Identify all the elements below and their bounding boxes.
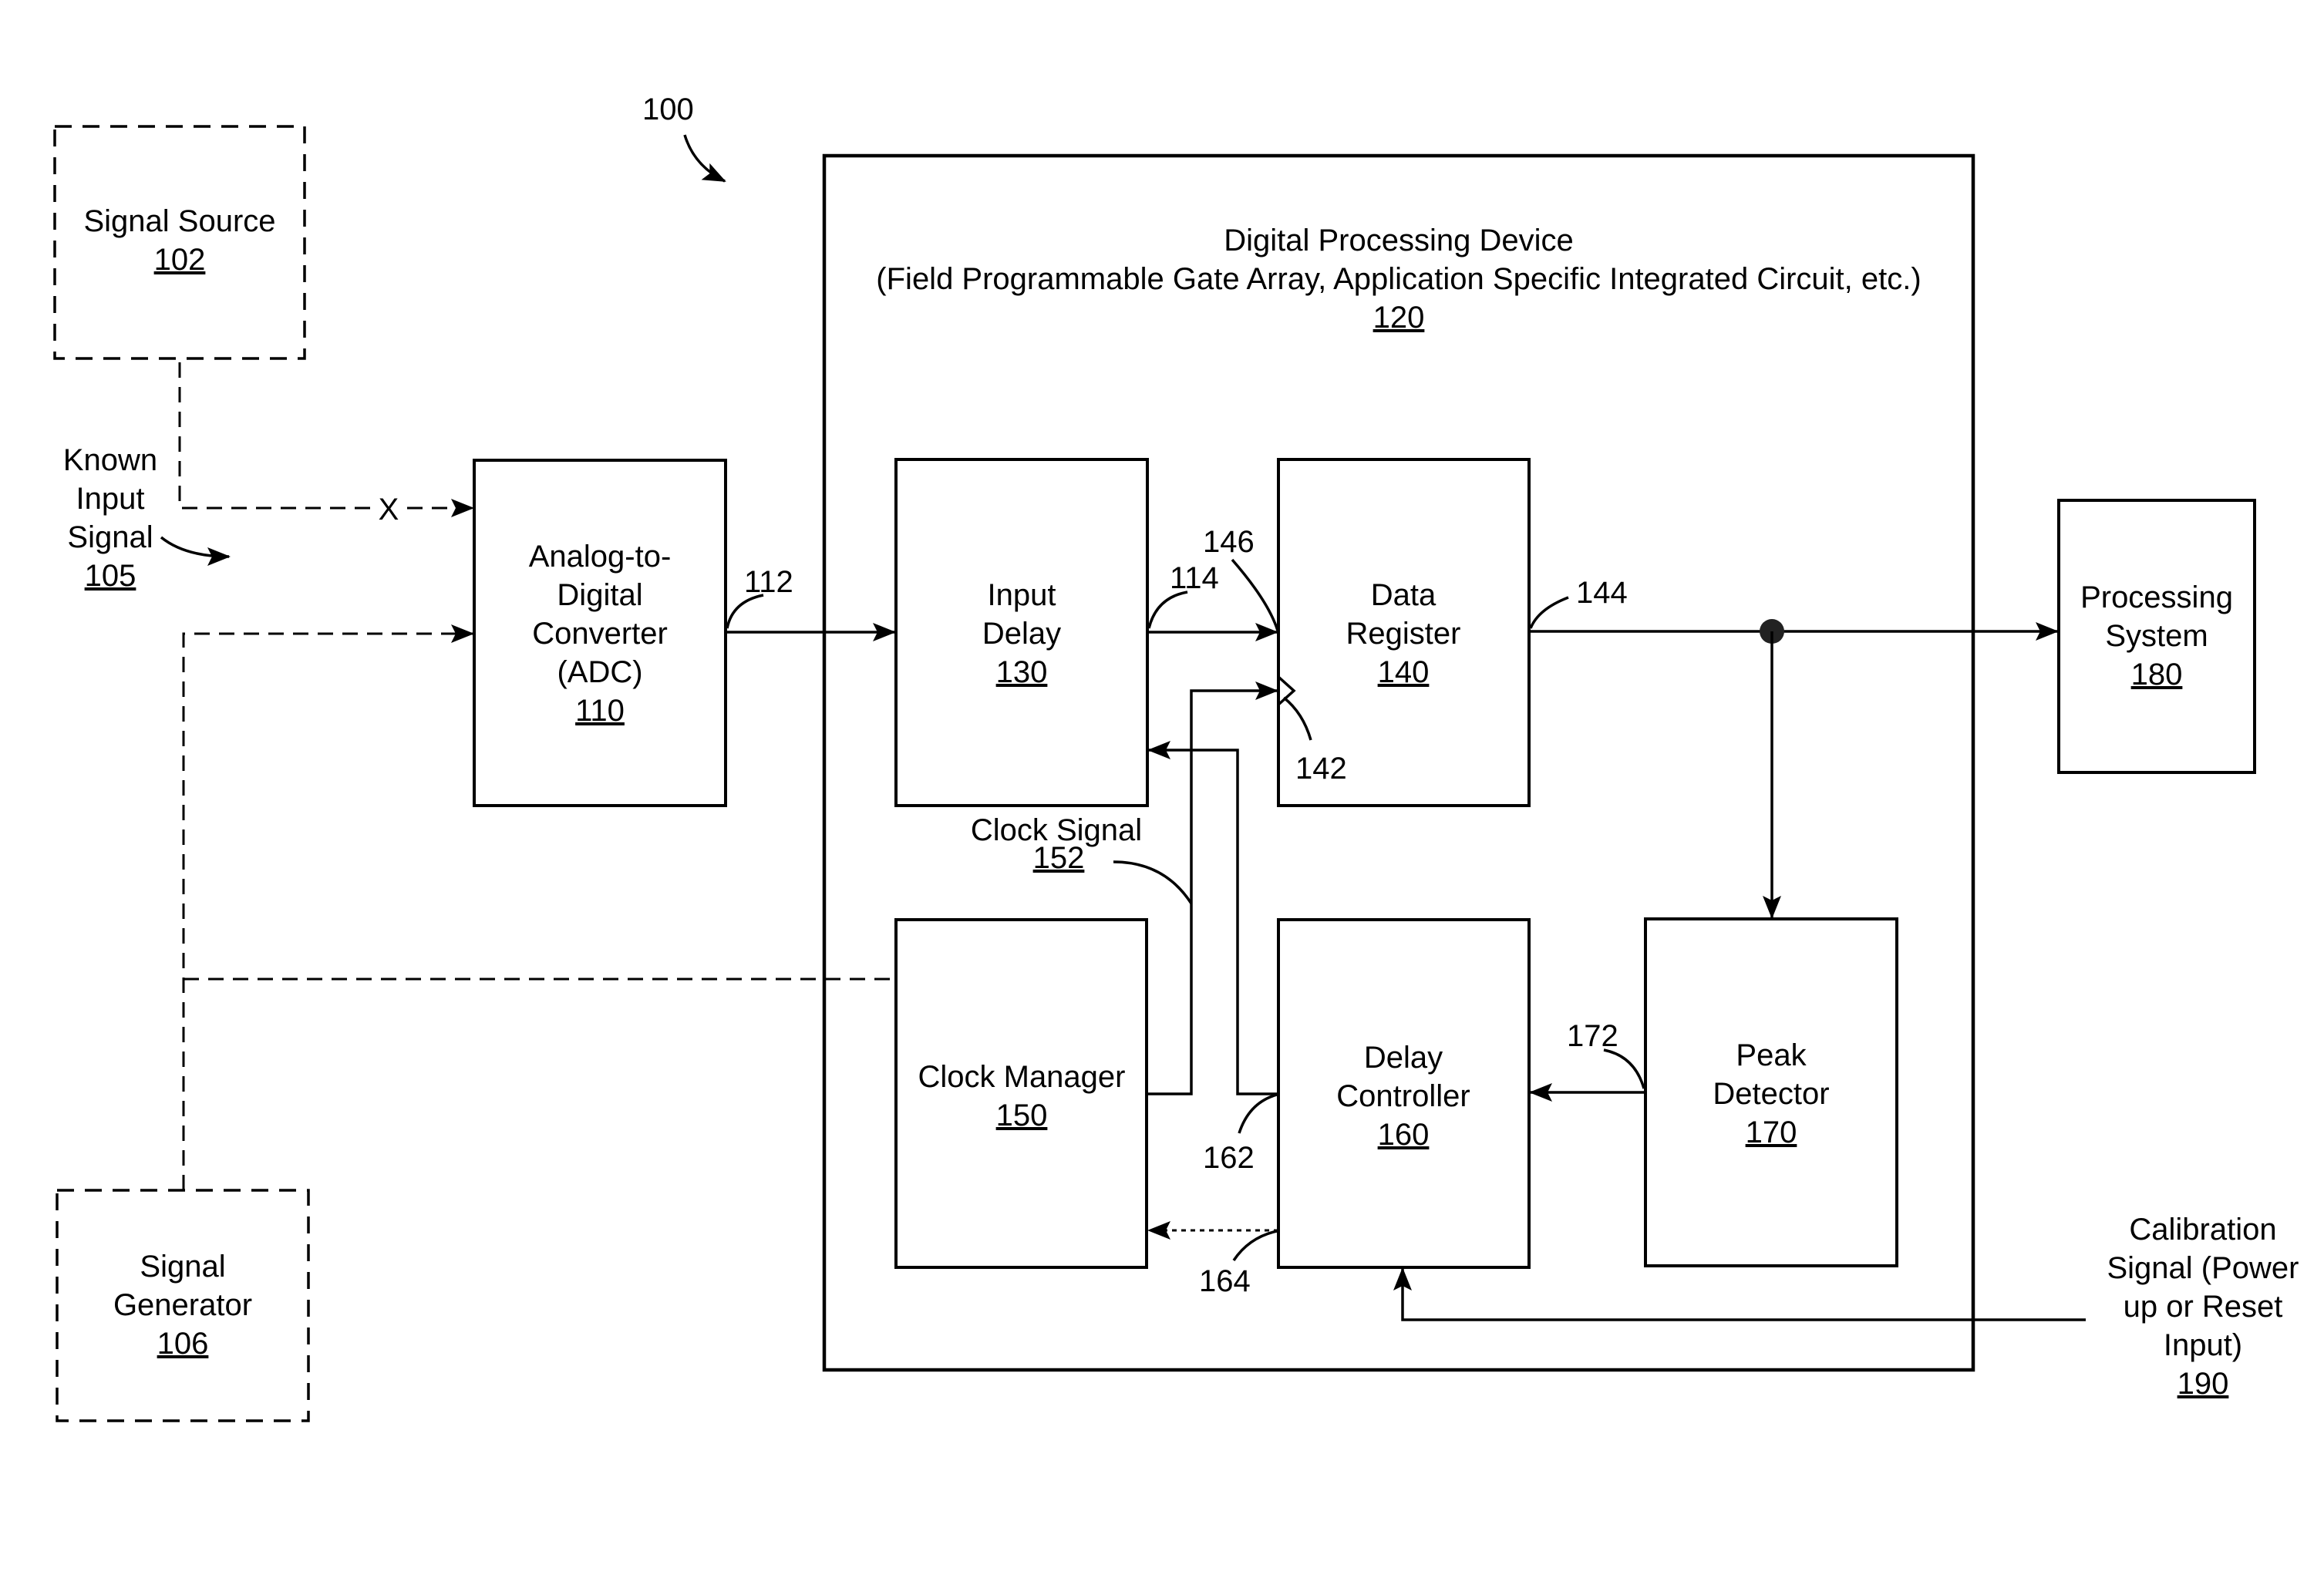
delay-controller-line-1: Delay: [1364, 1041, 1443, 1075]
calibration-ref: 190: [2177, 1367, 2229, 1401]
adc-line-2: Digital: [557, 578, 642, 612]
signal-generator-to-adc-arrow: [182, 624, 474, 1190]
calibration-signal-label: Calibration Signal (Power up or Reset In…: [2107, 1213, 2299, 1401]
callout-164: 164: [1199, 1264, 1251, 1298]
callout-114-leader: [1147, 591, 1188, 629]
calibration-line-4: Input): [2164, 1328, 2242, 1362]
disconnect-x-icon: X: [379, 493, 399, 527]
callout-144: 144: [1576, 576, 1628, 610]
clock-manager-block[interactable]: Clock Manager 150: [894, 918, 1148, 1269]
input-delay-line-2: Delay: [982, 617, 1061, 651]
calibration-signal-arrow: [1393, 1267, 2086, 1321]
delay-controller-to-input-delay-arrow: [1147, 741, 1278, 1095]
signal-generator-line-2: Generator: [113, 1288, 252, 1322]
signal-generator-block[interactable]: Signal Generator 106: [56, 1189, 310, 1422]
processing-system-block[interactable]: Processing System 180: [2057, 499, 2256, 774]
processing-system-line-2: System: [2105, 619, 2208, 653]
callout-112-leader: [726, 594, 764, 629]
signal-source-ref: 102: [154, 243, 206, 277]
signal-source-label: Signal Source: [83, 204, 275, 238]
clock-signal-ref: 152: [1033, 841, 1085, 875]
signal-source-wire: [178, 362, 370, 510]
delay-controller-ref: 160: [1378, 1118, 1430, 1152]
known-input-signal-path: X: [178, 362, 474, 527]
adc-ref: 110: [575, 694, 625, 728]
data-register-line-2: Register: [1346, 617, 1461, 651]
adc-line-4: (ADC): [557, 655, 642, 689]
callout-142: 142: [1295, 752, 1347, 786]
callout-112: 112: [744, 565, 793, 599]
calibration-line-3: up or Reset: [2124, 1290, 2283, 1324]
block-diagram: 100 Signal Source 102 X Known Input Sign…: [53, 93, 2299, 1422]
adc-line-1: Analog-to-: [529, 540, 672, 574]
processing-system-ref: 180: [2131, 658, 2183, 692]
dpd-title: Digital Processing Device: [1224, 224, 1574, 257]
peak-detector-line-2: Detector: [1713, 1077, 1829, 1111]
dpd-subtitle: (Field Programmable Gate Array, Applicat…: [876, 262, 1921, 296]
callout-162: 162: [1203, 1141, 1255, 1175]
delay-controller-line-2: Controller: [1336, 1079, 1470, 1113]
dpd-ref: 120: [1373, 301, 1425, 335]
callout-164-leader: [1232, 1230, 1278, 1261]
callout-146: 146: [1203, 525, 1255, 559]
known-input-line-1: Known: [63, 443, 157, 477]
figure-arrow-icon: [683, 134, 726, 183]
peak-detector-line-1: Peak: [1736, 1038, 1807, 1072]
clock-signal-leader: [1113, 860, 1193, 904]
callout-144-leader: [1529, 596, 1569, 629]
signal-generator-ref: 106: [157, 1327, 209, 1361]
adc-block[interactable]: Analog-to- Digital Converter (ADC) 110: [473, 459, 727, 807]
clock-manager-ref: 150: [996, 1099, 1048, 1132]
delay-controller-block[interactable]: Delay Controller 160: [1277, 918, 1531, 1269]
signal-generator-line-1: Signal: [140, 1250, 225, 1284]
calibration-line-1: Calibration: [2129, 1213, 2276, 1247]
processing-system-line-1: Processing: [2080, 580, 2233, 614]
input-delay-block[interactable]: Input Delay 130: [894, 458, 1149, 807]
callout-172-leader: [1603, 1048, 1645, 1089]
input-delay-ref: 130: [996, 655, 1048, 689]
figure-number: 100: [642, 93, 694, 126]
peak-detector-block[interactable]: Peak Detector 170: [1644, 917, 1898, 1267]
clock-manager-label: Clock Manager: [918, 1060, 1125, 1094]
callout-162-leader: [1238, 1093, 1278, 1134]
signal-source-block[interactable]: Signal Source 102: [53, 125, 306, 360]
callout-114: 114: [1170, 561, 1219, 595]
peak-detector-ref: 170: [1746, 1115, 1797, 1149]
known-input-signal-label: Known Input Signal 105: [63, 443, 231, 593]
callout-172: 172: [1567, 1019, 1618, 1053]
adc-line-3: Converter: [532, 617, 668, 651]
calibration-line-2: Signal (Power: [2107, 1251, 2299, 1285]
data-register-ref: 140: [1378, 655, 1430, 689]
known-input-arrow-icon: [160, 536, 231, 566]
figure-reference: 100: [642, 93, 726, 183]
known-input-line-2: Input: [76, 482, 145, 516]
data-register-line-1: Data: [1371, 578, 1437, 612]
input-delay-line-1: Input: [988, 578, 1056, 612]
clock-signal-label: Clock Signal 152: [971, 813, 1193, 904]
callout-146-leader: [1231, 558, 1279, 631]
known-input-line-3: Signal: [67, 520, 153, 554]
known-input-ref: 105: [85, 559, 136, 593]
